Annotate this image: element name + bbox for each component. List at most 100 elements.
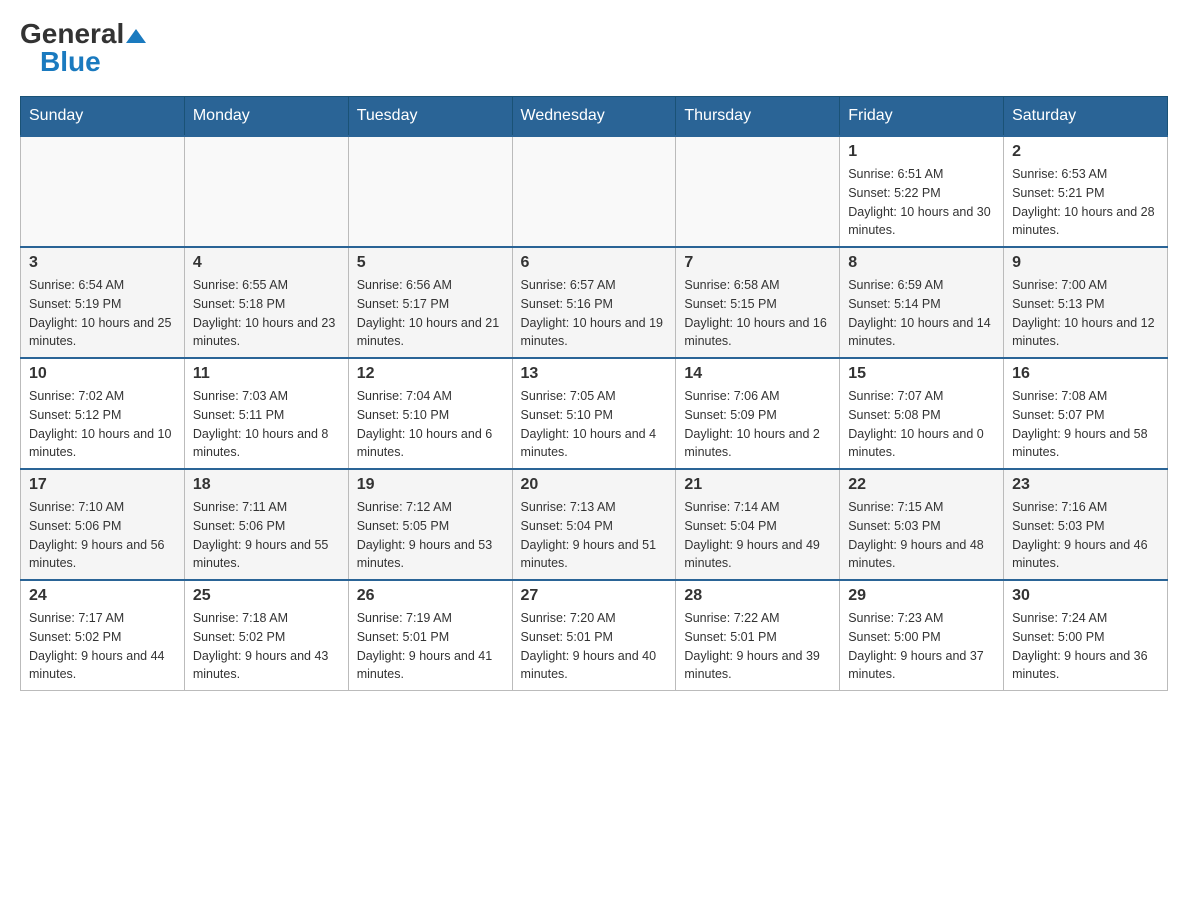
day-info: Sunrise: 7:17 AMSunset: 5:02 PMDaylight:…: [29, 609, 176, 684]
day-info: Sunrise: 7:07 AMSunset: 5:08 PMDaylight:…: [848, 387, 995, 462]
calendar-cell-5-1: 24 Sunrise: 7:17 AMSunset: 5:02 PMDayligh…: [21, 580, 185, 691]
calendar-cell-1-7: 2 Sunrise: 6:53 AMSunset: 5:21 PMDaylight…: [1004, 136, 1168, 247]
day-number: 21: [684, 476, 831, 494]
weekday-header-thursday: Thursday: [676, 97, 840, 137]
day-number: 4: [193, 254, 340, 272]
logo: General Blue: [20, 20, 146, 76]
day-info: Sunrise: 7:05 AMSunset: 5:10 PMDaylight:…: [521, 387, 668, 462]
day-number: 5: [357, 254, 504, 272]
day-info: Sunrise: 7:12 AMSunset: 5:05 PMDaylight:…: [357, 498, 504, 573]
day-number: 27: [521, 587, 668, 605]
day-info: Sunrise: 7:13 AMSunset: 5:04 PMDaylight:…: [521, 498, 668, 573]
calendar-cell-4-4: 20 Sunrise: 7:13 AMSunset: 5:04 PMDayligh…: [512, 469, 676, 580]
day-info: Sunrise: 6:55 AMSunset: 5:18 PMDaylight:…: [193, 276, 340, 351]
calendar-cell-3-5: 14 Sunrise: 7:06 AMSunset: 5:09 PMDayligh…: [676, 358, 840, 469]
day-number: 20: [521, 476, 668, 494]
weekday-header-row: SundayMondayTuesdayWednesdayThursdayFrid…: [21, 97, 1168, 137]
calendar-cell-2-2: 4 Sunrise: 6:55 AMSunset: 5:18 PMDaylight…: [184, 247, 348, 358]
day-info: Sunrise: 7:16 AMSunset: 5:03 PMDaylight:…: [1012, 498, 1159, 573]
day-number: 19: [357, 476, 504, 494]
calendar-cell-1-6: 1 Sunrise: 6:51 AMSunset: 5:22 PMDaylight…: [840, 136, 1004, 247]
day-info: Sunrise: 6:57 AMSunset: 5:16 PMDaylight:…: [521, 276, 668, 351]
week-row-3: 10 Sunrise: 7:02 AMSunset: 5:12 PMDayligh…: [21, 358, 1168, 469]
page-header: General Blue: [20, 20, 1168, 76]
calendar-cell-5-7: 30Sunrise: 7:24 AMSunset: 5:00 PMDayligh…: [1004, 580, 1168, 691]
day-info: Sunrise: 6:56 AMSunset: 5:17 PMDaylight:…: [357, 276, 504, 351]
calendar-cell-2-7: 9Sunrise: 7:00 AMSunset: 5:13 PMDaylight…: [1004, 247, 1168, 358]
calendar-cell-3-6: 15 Sunrise: 7:07 AMSunset: 5:08 PMDayligh…: [840, 358, 1004, 469]
calendar-cell-3-1: 10 Sunrise: 7:02 AMSunset: 5:12 PMDayligh…: [21, 358, 185, 469]
logo-general-text: General: [20, 20, 146, 48]
day-info: Sunrise: 6:51 AMSunset: 5:22 PMDaylight:…: [848, 165, 995, 240]
weekday-header-tuesday: Tuesday: [348, 97, 512, 137]
weekday-header-sunday: Sunday: [21, 97, 185, 137]
day-number: 22: [848, 476, 995, 494]
day-number: 13: [521, 365, 668, 383]
day-number: 29: [848, 587, 995, 605]
calendar-cell-1-5: [676, 136, 840, 247]
calendar-cell-5-2: 25 Sunrise: 7:18 AMSunset: 5:02 PMDayligh…: [184, 580, 348, 691]
day-info: Sunrise: 7:22 AMSunset: 5:01 PMDaylight:…: [684, 609, 831, 684]
week-row-4: 17Sunrise: 7:10 AMSunset: 5:06 PMDayligh…: [21, 469, 1168, 580]
calendar-cell-5-4: 27 Sunrise: 7:20 AMSunset: 5:01 PMDayligh…: [512, 580, 676, 691]
day-info: Sunrise: 7:14 AMSunset: 5:04 PMDaylight:…: [684, 498, 831, 573]
day-number: 18: [193, 476, 340, 494]
day-number: 26: [357, 587, 504, 605]
calendar-cell-2-3: 5 Sunrise: 6:56 AMSunset: 5:17 PMDaylight…: [348, 247, 512, 358]
day-info: Sunrise: 7:15 AMSunset: 5:03 PMDaylight:…: [848, 498, 995, 573]
calendar-cell-1-4: [512, 136, 676, 247]
day-info: Sunrise: 7:06 AMSunset: 5:09 PMDaylight:…: [684, 387, 831, 462]
calendar-cell-5-3: 26Sunrise: 7:19 AMSunset: 5:01 PMDayligh…: [348, 580, 512, 691]
day-number: 30: [1012, 587, 1159, 605]
day-number: 15: [848, 365, 995, 383]
day-info: Sunrise: 7:02 AMSunset: 5:12 PMDaylight:…: [29, 387, 176, 462]
calendar-cell-1-1: [21, 136, 185, 247]
weekday-header-wednesday: Wednesday: [512, 97, 676, 137]
day-info: Sunrise: 7:18 AMSunset: 5:02 PMDaylight:…: [193, 609, 340, 684]
calendar-cell-4-3: 19 Sunrise: 7:12 AMSunset: 5:05 PMDayligh…: [348, 469, 512, 580]
day-info: Sunrise: 7:04 AMSunset: 5:10 PMDaylight:…: [357, 387, 504, 462]
day-number: 3: [29, 254, 176, 272]
day-number: 7: [684, 254, 831, 272]
day-number: 2: [1012, 143, 1159, 161]
weekday-header-friday: Friday: [840, 97, 1004, 137]
day-number: 17: [29, 476, 176, 494]
day-number: 11: [193, 365, 340, 383]
day-info: Sunrise: 7:23 AMSunset: 5:00 PMDaylight:…: [848, 609, 995, 684]
day-info: Sunrise: 7:20 AMSunset: 5:01 PMDaylight:…: [521, 609, 668, 684]
day-number: 14: [684, 365, 831, 383]
calendar-cell-5-6: 29 Sunrise: 7:23 AMSunset: 5:00 PMDayligh…: [840, 580, 1004, 691]
calendar-cell-4-5: 21 Sunrise: 7:14 AMSunset: 5:04 PMDayligh…: [676, 469, 840, 580]
day-info: Sunrise: 7:08 AMSunset: 5:07 PMDaylight:…: [1012, 387, 1159, 462]
day-info: Sunrise: 7:00 AMSunset: 5:13 PMDaylight:…: [1012, 276, 1159, 351]
logo-blue-text: Blue: [40, 48, 101, 76]
calendar-cell-5-5: 28 Sunrise: 7:22 AMSunset: 5:01 PMDayligh…: [676, 580, 840, 691]
calendar-cell-1-2: [184, 136, 348, 247]
day-number: 24: [29, 587, 176, 605]
day-number: 8: [848, 254, 995, 272]
weekday-header-saturday: Saturday: [1004, 97, 1168, 137]
weekday-header-monday: Monday: [184, 97, 348, 137]
day-number: 28: [684, 587, 831, 605]
day-number: 1: [848, 143, 995, 161]
day-number: 25: [193, 587, 340, 605]
week-row-2: 3Sunrise: 6:54 AMSunset: 5:19 PMDaylight…: [21, 247, 1168, 358]
calendar-cell-2-6: 8 Sunrise: 6:59 AMSunset: 5:14 PMDaylight…: [840, 247, 1004, 358]
calendar-cell-3-4: 13 Sunrise: 7:05 AMSunset: 5:10 PMDayligh…: [512, 358, 676, 469]
calendar-cell-4-2: 18 Sunrise: 7:11 AMSunset: 5:06 PMDayligh…: [184, 469, 348, 580]
day-info: Sunrise: 6:53 AMSunset: 5:21 PMDaylight:…: [1012, 165, 1159, 240]
calendar-cell-3-7: 16Sunrise: 7:08 AMSunset: 5:07 PMDayligh…: [1004, 358, 1168, 469]
day-number: 10: [29, 365, 176, 383]
calendar-cell-2-5: 7Sunrise: 6:58 AMSunset: 5:15 PMDaylight…: [676, 247, 840, 358]
day-info: Sunrise: 6:59 AMSunset: 5:14 PMDaylight:…: [848, 276, 995, 351]
week-row-1: 1 Sunrise: 6:51 AMSunset: 5:22 PMDaylight…: [21, 136, 1168, 247]
calendar-cell-2-1: 3Sunrise: 6:54 AMSunset: 5:19 PMDaylight…: [21, 247, 185, 358]
calendar-table: SundayMondayTuesdayWednesdayThursdayFrid…: [20, 96, 1168, 691]
calendar-cell-4-6: 22 Sunrise: 7:15 AMSunset: 5:03 PMDayligh…: [840, 469, 1004, 580]
calendar-cell-2-4: 6 Sunrise: 6:57 AMSunset: 5:16 PMDaylight…: [512, 247, 676, 358]
week-row-5: 24 Sunrise: 7:17 AMSunset: 5:02 PMDayligh…: [21, 580, 1168, 691]
calendar-cell-3-3: 12 Sunrise: 7:04 AMSunset: 5:10 PMDayligh…: [348, 358, 512, 469]
day-info: Sunrise: 7:11 AMSunset: 5:06 PMDaylight:…: [193, 498, 340, 573]
day-number: 6: [521, 254, 668, 272]
day-number: 12: [357, 365, 504, 383]
